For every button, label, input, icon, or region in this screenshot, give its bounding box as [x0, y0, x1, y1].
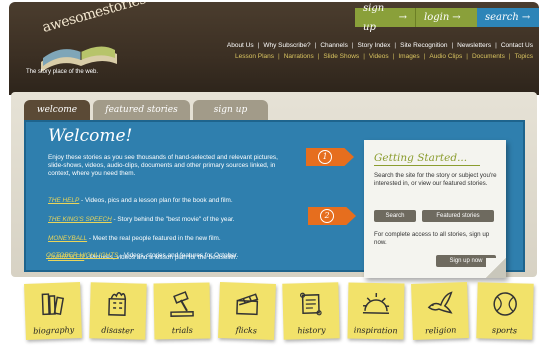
category-label: disaster — [100, 325, 134, 336]
nav-newsletters[interactable]: Newsletters — [457, 42, 491, 49]
page-curl — [486, 258, 506, 278]
nav-separator: | — [495, 42, 497, 49]
nav-site-recognition[interactable]: Site Recognition — [400, 42, 447, 49]
step-1-arrow: 1 — [306, 148, 354, 166]
search-button[interactable]: search → — [477, 8, 539, 27]
sub-nav: Lesson Plans | Narrations | Slide Shows | V… — [235, 53, 533, 60]
nav-contact-us[interactable]: Contact Us — [501, 42, 533, 49]
login-button-label: login — [424, 12, 450, 23]
search-stories-button[interactable]: Search — [374, 210, 416, 222]
nav-separator: | — [508, 53, 511, 60]
signup-button[interactable]: sign up → — [355, 3, 415, 33]
category-label: religion — [425, 325, 457, 336]
category-flicks[interactable]: flicks — [217, 282, 276, 340]
welcome-intro: Enjoy these stories as you see thousands… — [48, 154, 278, 178]
nav-separator: | — [257, 42, 260, 49]
nav-separator: | — [423, 53, 426, 60]
ball-icon — [493, 292, 517, 316]
story-item: MONEYBALL - Meet the real people feature… — [48, 235, 328, 242]
subnav-topics[interactable]: Topics — [515, 53, 533, 60]
site-header: awesomestories The story place of the we… — [9, 2, 539, 95]
tab-sign-up[interactable]: sign up — [193, 100, 268, 120]
category-row: biography disaster trials flicks history… — [24, 282, 534, 343]
category-sports[interactable]: sports — [476, 282, 534, 340]
dove-icon — [428, 291, 453, 314]
category-label: trials — [171, 325, 194, 336]
story-description: - Videos, stories and features for Octob… — [118, 252, 239, 259]
story-description: - Story behind the "best movie" of the y… — [111, 216, 235, 223]
nav-separator: | — [466, 53, 468, 60]
story-link-moneyball[interactable]: MONEYBALL — [48, 235, 87, 242]
subnav-narrations[interactable]: Narrations — [284, 53, 314, 60]
nav-separator: | — [351, 42, 354, 49]
gavel-icon — [170, 291, 194, 317]
story-item: OCTOBER HIGHLIGHTS - Videos, stories and… — [46, 252, 326, 259]
nav-about-us[interactable]: About Us — [227, 42, 254, 49]
category-inspiration[interactable]: inspiration — [347, 282, 405, 340]
signup-button-label: sign up — [363, 2, 385, 33]
subnav-slide-shows[interactable]: Slide Shows — [323, 53, 359, 60]
category-label: history — [297, 325, 326, 336]
subnav-audio-clips[interactable]: Audio Clips — [429, 53, 462, 60]
getting-started-card: Getting Started... Search the site for t… — [364, 140, 506, 278]
step-2-arrow: 2 — [308, 207, 356, 225]
arrow-right-icon: → — [521, 12, 531, 23]
category-religion[interactable]: religion — [411, 282, 470, 340]
story-description: - Meet the real people featured in the n… — [87, 235, 221, 242]
subnav-images[interactable]: Images — [398, 53, 419, 60]
site-tagline: The story place of the web. — [26, 69, 99, 75]
getting-started-step1-text: Search the site for the story or subject… — [374, 172, 497, 187]
nav-separator: | — [314, 42, 317, 49]
main-nav: About Us | Why Subscribe? | Channels | Stor… — [227, 42, 533, 49]
arrow-right-icon: → — [398, 12, 407, 23]
login-button[interactable]: login → — [415, 8, 477, 27]
category-disaster[interactable]: disaster — [88, 282, 147, 340]
step-2-number: 2 — [320, 209, 334, 223]
step-1-number: 1 — [318, 150, 332, 164]
nav-separator: | — [317, 53, 320, 60]
story-link-the-help[interactable]: THE HELP — [48, 197, 79, 204]
welcome-title: Welcome! — [48, 126, 133, 146]
nav-channels[interactable]: Channels — [320, 42, 347, 49]
subnav-documents[interactable]: Documents — [472, 53, 505, 60]
category-label: sports — [491, 325, 518, 336]
category-label: flicks — [235, 325, 257, 336]
search-button-label: search — [485, 12, 519, 23]
nav-separator: | — [278, 53, 280, 60]
getting-started-step2-text: For complete access to all stories, sign… — [374, 231, 490, 246]
clapperboard-icon — [235, 293, 259, 316]
category-label: biography — [33, 325, 75, 336]
subnav-lesson-plans[interactable]: Lesson Plans — [235, 53, 274, 60]
story-item: THE KING'S SPEECH - Story behind the "be… — [48, 216, 328, 223]
nav-separator: | — [363, 53, 365, 60]
tab-strip: welcome featured stories sign up — [24, 100, 271, 120]
arrow-right-icon: → — [452, 12, 461, 23]
burning-building-icon — [107, 292, 126, 316]
getting-started-title: Getting Started... — [374, 152, 480, 166]
scroll-icon — [300, 292, 322, 316]
nav-why-subscribe[interactable]: Why Subscribe? — [263, 42, 310, 49]
tab-featured-stories[interactable]: featured stories — [93, 100, 190, 120]
content-panel: welcome featured stories sign up Welcome… — [11, 92, 537, 278]
story-item: THE HELP - Videos, pics and a lesson pla… — [48, 197, 328, 204]
nav-separator: | — [451, 42, 454, 49]
category-trials[interactable]: trials — [153, 282, 211, 340]
welcome-panel: Welcome! Enjoy these stories as you see … — [24, 120, 525, 278]
category-biography[interactable]: biography — [24, 282, 82, 340]
nav-story-index[interactable]: Story Index — [358, 42, 391, 49]
nav-separator: | — [392, 53, 395, 60]
story-description: - Videos, pics and a lesson plan for the… — [79, 197, 233, 204]
tab-welcome[interactable]: welcome — [24, 100, 90, 120]
story-link-october-highlights[interactable]: OCTOBER HIGHLIGHTS — [46, 252, 118, 259]
subnav-videos[interactable]: Videos — [369, 53, 389, 60]
account-buttons: sign up → login → search → — [355, 3, 539, 33]
story-link-kings-speech[interactable]: THE KING'S SPEECH — [48, 216, 112, 223]
featured-stories-button[interactable]: Featured stories — [422, 210, 494, 222]
category-history[interactable]: history — [282, 282, 340, 340]
category-label: inspiration — [353, 325, 398, 336]
books-icon — [41, 293, 65, 316]
nav-separator: | — [394, 42, 397, 49]
sun-icon — [362, 292, 389, 314]
